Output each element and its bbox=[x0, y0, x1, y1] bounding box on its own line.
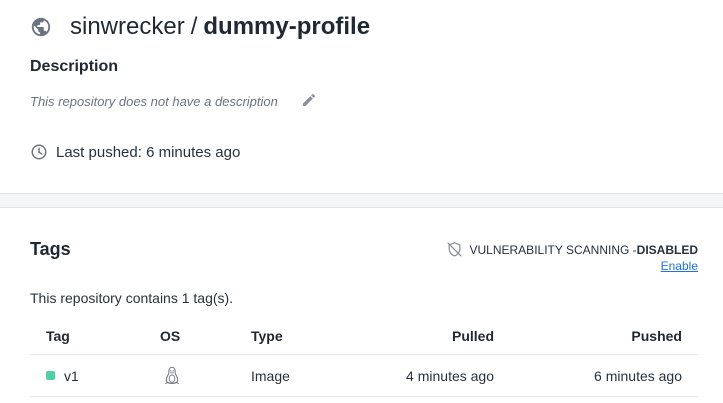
tags-heading: Tags bbox=[30, 239, 71, 259]
edit-description-icon[interactable] bbox=[301, 92, 317, 108]
last-pushed-text: Last pushed: 6 minutes ago bbox=[56, 143, 241, 161]
pushed-cell: 6 minutes ago bbox=[594, 367, 682, 384]
column-header-tag: Tag bbox=[46, 327, 70, 344]
column-header-pulled: Pulled bbox=[451, 327, 494, 344]
repo-name: dummy-profile bbox=[203, 13, 371, 40]
table-row: v1 Image 4 minutes ago 6 minutes ago bbox=[30, 355, 698, 397]
linux-icon bbox=[163, 366, 181, 386]
tag-name-link[interactable]: v1 bbox=[64, 368, 79, 384]
shield-off-icon bbox=[446, 241, 463, 258]
type-cell: Image bbox=[251, 367, 290, 384]
description-text: This repository does not have a descript… bbox=[30, 94, 278, 109]
vuln-status: DISABLED bbox=[636, 242, 698, 257]
table-header: Tag OS Type Pulled Pushed bbox=[30, 317, 698, 355]
column-header-type: Type bbox=[251, 327, 283, 344]
enable-scanning-link[interactable]: Enable bbox=[661, 259, 698, 273]
repo-separator: / bbox=[190, 13, 198, 40]
repo-owner-link[interactable]: sinwrecker bbox=[70, 13, 185, 40]
os-cell bbox=[160, 355, 181, 396]
last-pushed: Last pushed: 6 minutes ago bbox=[30, 141, 240, 163]
tag-cell: v1 bbox=[46, 355, 79, 396]
tag-count-text: This repository contains 1 tag(s). bbox=[30, 290, 234, 306]
globe-icon bbox=[30, 16, 52, 38]
vuln-label: VULNERABILITY SCANNING - bbox=[469, 242, 637, 257]
repo-header: sinwrecker / dummy-profile bbox=[30, 10, 370, 44]
vulnerability-scanning-status: VULNERABILITY SCANNING - DISABLED bbox=[446, 241, 698, 258]
column-header-os: OS bbox=[160, 327, 181, 344]
clock-icon bbox=[30, 143, 48, 161]
description-heading: Description bbox=[30, 58, 119, 75]
pulled-cell: 4 minutes ago bbox=[406, 367, 494, 384]
section-divider bbox=[0, 193, 723, 208]
column-header-pushed: Pushed bbox=[631, 327, 682, 344]
repo-title: sinwrecker / dummy-profile bbox=[70, 13, 370, 41]
tag-status-dot bbox=[46, 371, 55, 380]
tags-table: Tag OS Type Pulled Pushed v1 Image 4 min… bbox=[30, 317, 698, 397]
